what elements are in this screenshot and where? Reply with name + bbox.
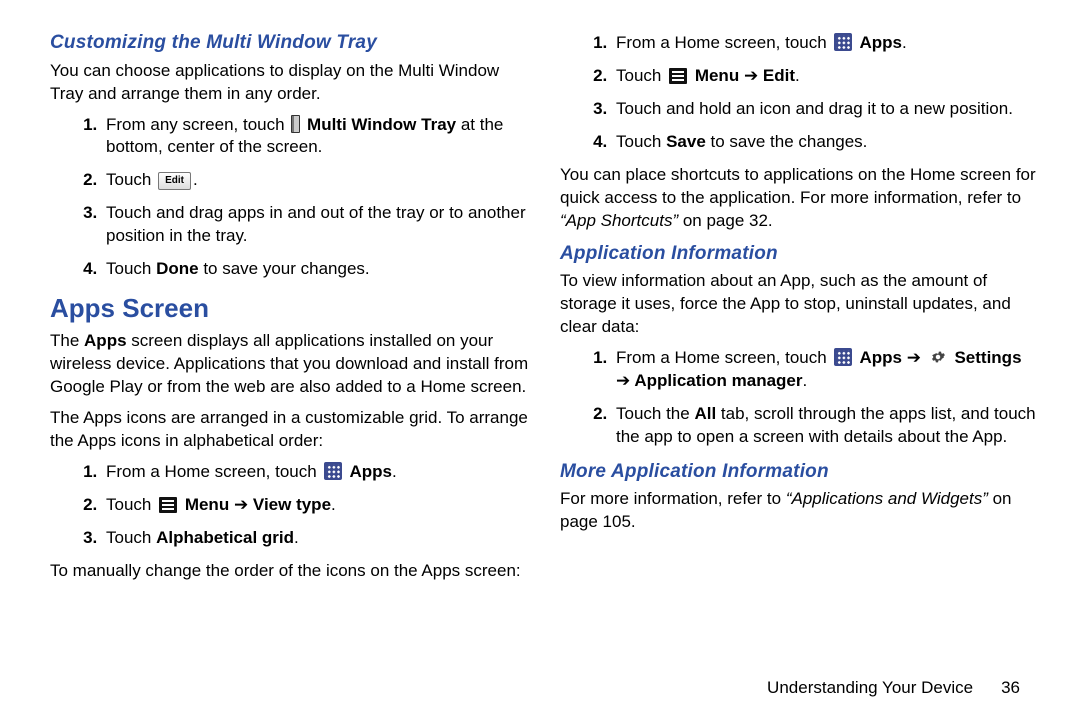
text: on page 32. [678,211,773,230]
left-column: Customizing the Multi Window Tray You ca… [50,30,530,710]
bold-text: Alphabetical grid [156,528,294,547]
text: From a Home screen, touch [616,33,831,52]
text: . [193,170,198,189]
multi-window-tray-icon [291,115,300,133]
text: The [50,331,84,350]
bold-text: Apps [345,462,392,481]
page-number: 36 [1001,678,1020,698]
text: Touch [616,132,666,151]
steps-info: From a Home screen, touch Apps ➔ Setting… [560,347,1040,449]
step: Touch and drag apps in and out of the tr… [102,202,530,248]
heading-more-app-info: More Application Information [560,459,1040,485]
bold-text: Menu [690,66,744,85]
heading-customizing: Customizing the Multi Window Tray [50,30,530,56]
arrow-icon: ➔ [744,66,758,85]
bold-text: View type [248,495,331,514]
text: Touch [106,528,156,547]
paragraph: For more information, refer to “Applicat… [560,488,1040,534]
steps-tray: From any screen, touch Multi Window Tray… [50,114,530,282]
step: From a Home screen, touch Apps. [102,461,530,484]
heading-app-info: Application Information [560,241,1040,267]
bold-text: Save [666,132,706,151]
arrow-icon: ➔ [234,495,248,514]
paragraph: To manually change the order of the icon… [50,560,530,583]
bold-text: All [694,404,716,423]
bold-text: Menu [180,495,234,514]
bold-text: Done [156,259,199,278]
italic-text: “App Shortcuts” [560,211,678,230]
settings-icon [929,348,947,366]
bold-text: Settings [950,348,1022,367]
section-title: Understanding Your Device [767,678,973,697]
step: Touch and hold an icon and drag it to a … [612,98,1040,121]
text: From a Home screen, touch [106,462,321,481]
text: For more information, refer to [560,489,786,508]
step: Touch Edit. [102,169,530,192]
text: . [392,462,397,481]
menu-icon [159,497,177,513]
bold-text: Multi Window Tray [302,115,456,134]
step: Touch Done to save your changes. [102,258,530,281]
steps-manual: From a Home screen, touch Apps. Touch Me… [560,32,1040,154]
text: You can place shortcuts to applications … [560,165,1036,207]
paragraph: The Apps icons are arranged in a customi… [50,407,530,453]
text: . [802,371,807,390]
arrow-icon: ➔ [907,348,921,367]
step: Touch the All tab, scroll through the ap… [612,403,1040,449]
apps-icon [834,348,852,366]
paragraph: The Apps screen displays all application… [50,330,530,399]
right-column: From a Home screen, touch Apps. Touch Me… [560,30,1040,710]
apps-icon [324,462,342,480]
italic-text: “Applications and Widgets” [786,489,988,508]
bold-text: Apps [84,331,127,350]
apps-icon [834,33,852,51]
arrow-icon: ➔ [616,371,630,390]
paragraph: You can choose applications to display o… [50,60,530,106]
heading-apps-screen: Apps Screen [50,291,530,326]
step: Touch Alphabetical grid. [102,527,530,550]
text: . [795,66,800,85]
text: Touch [616,66,666,85]
step: From a Home screen, touch Apps ➔ Setting… [612,347,1040,393]
bold-text: Apps [855,348,906,367]
step: Touch Menu ➔ Edit. [612,65,1040,88]
step: Touch Save to save the changes. [612,131,1040,154]
text: Touch [106,495,156,514]
step: Touch Menu ➔ View type. [102,494,530,517]
text: . [331,495,336,514]
text: Touch the [616,404,694,423]
text: . [294,528,299,547]
paragraph: You can place shortcuts to applications … [560,164,1040,233]
text: From any screen, touch [106,115,289,134]
step: From a Home screen, touch Apps. [612,32,1040,55]
bold-text: Apps [855,33,902,52]
text: From a Home screen, touch [616,348,831,367]
text: to save the changes. [706,132,868,151]
menu-icon [669,68,687,84]
paragraph: To view information about an App, such a… [560,270,1040,339]
bold-text: Application manager [630,371,802,390]
edit-button-icon: Edit [158,172,191,190]
page-footer: Understanding Your Device 36 [767,678,1020,698]
text: Touch [106,259,156,278]
text: to save your changes. [199,259,370,278]
steps-alpha: From a Home screen, touch Apps. Touch Me… [50,461,530,550]
text: . [902,33,907,52]
manual-page: Customizing the Multi Window Tray You ca… [0,0,1080,720]
step: From any screen, touch Multi Window Tray… [102,114,530,160]
bold-text: Edit [758,66,795,85]
text: Touch [106,170,156,189]
